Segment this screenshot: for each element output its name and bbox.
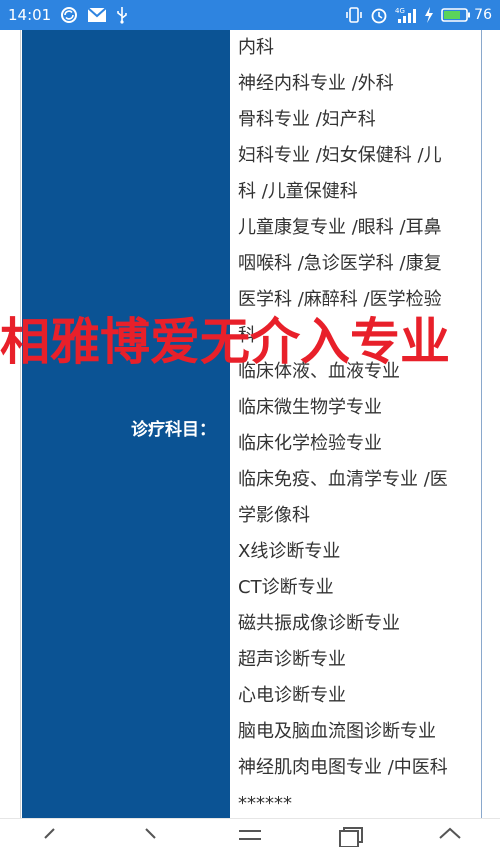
label-cell: 诊疗科目： <box>22 30 230 818</box>
status-time: 14:01 <box>8 6 52 24</box>
value-line: ****** <box>238 793 292 814</box>
back-icon <box>44 828 55 839</box>
status-left-group: 14:01 <box>8 6 128 24</box>
value-line: 妇科专业 /妇女保健科 /儿 <box>238 145 442 166</box>
signal-4g-icon: 4G <box>395 6 417 24</box>
value-line: 神经肌肉电图专业 /中医科 <box>238 757 448 778</box>
value-line: 脑电及脑血流图诊断专业 <box>238 721 436 742</box>
value-line: 骨科专业 /妇产科 <box>238 109 376 130</box>
menu-icon <box>239 830 261 840</box>
value-line: 临床化学检验专业 <box>238 433 382 454</box>
home-icon <box>439 827 461 839</box>
value-line: 科 /儿童保健科 <box>238 181 358 202</box>
tabs-icon <box>339 827 363 847</box>
navigation-bar <box>0 818 500 847</box>
forward-icon <box>145 828 156 839</box>
battery-level: 76 <box>474 7 492 23</box>
value-line: CT诊断专业 <box>238 577 334 598</box>
status-right-group: 4G 76 <box>345 6 492 24</box>
value-line: 临床微生物学专业 <box>238 397 382 418</box>
tabs-button[interactable] <box>330 819 370 848</box>
value-line: 儿童康复专业 /眼科 /耳鼻 <box>238 217 442 238</box>
usb-icon <box>116 6 128 24</box>
sync-icon <box>60 6 78 24</box>
alarm-icon <box>370 6 388 24</box>
charging-icon <box>424 6 434 24</box>
value-line: X线诊断专业 <box>238 541 341 562</box>
value-line: 临床免疫、血清学专业 /医 <box>238 469 448 490</box>
svg-text:4G: 4G <box>395 7 405 15</box>
watermark-text: 相雅博爱无介入专业 <box>0 313 450 371</box>
value-line: 咽喉科 /急诊医学科 /康复 <box>238 253 442 274</box>
back-button[interactable] <box>30 819 70 848</box>
field-label: 诊疗科目： <box>131 420 216 440</box>
forward-button[interactable] <box>130 819 170 848</box>
battery-indicator: 76 <box>441 7 492 23</box>
home-button[interactable] <box>430 819 470 848</box>
vibrate-icon <box>345 6 363 24</box>
mail-icon <box>87 7 107 23</box>
value-line: 学影像科 <box>238 505 310 526</box>
menu-button[interactable] <box>230 819 270 848</box>
battery-icon <box>441 7 471 23</box>
value-line: 超声诊断专业 <box>238 649 346 670</box>
page-content: 诊疗科目： 内科神经内科专业 /外科 骨科专业 /妇产科妇科专业 /妇女保健科 /… <box>0 30 500 818</box>
value-line: 磁共振成像诊断专业 <box>238 613 400 634</box>
status-bar: 14:01 4G 76 <box>0 0 500 30</box>
value-line: 内科 <box>238 37 274 58</box>
value-cell: 内科神经内科专业 /外科 骨科专业 /妇产科妇科专业 /妇女保健科 /儿科 /儿童… <box>230 30 480 818</box>
value-line: 神经内科专业 /外科 <box>238 73 394 94</box>
value-line: 心电诊断专业 <box>238 685 346 706</box>
